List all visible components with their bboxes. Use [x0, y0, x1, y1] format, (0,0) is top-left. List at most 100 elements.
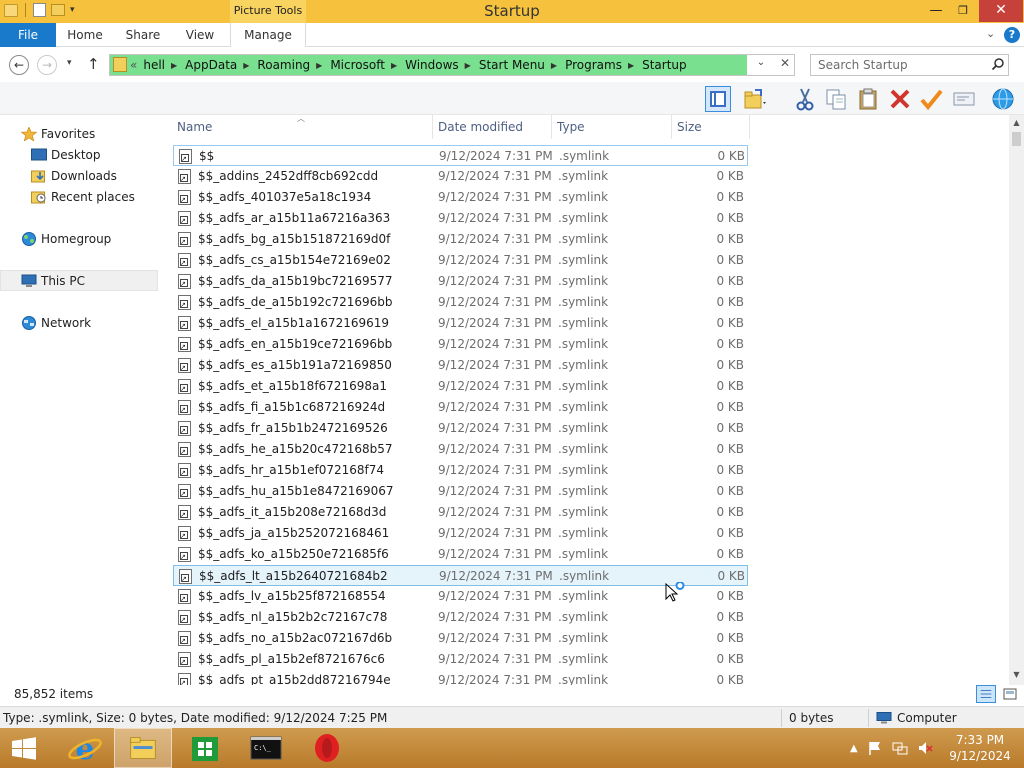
- file-explorer-icon[interactable]: [114, 728, 172, 768]
- breadcrumb-separator-icon[interactable]: ▶: [628, 61, 634, 70]
- recent-locations-button[interactable]: ▾: [67, 58, 72, 68]
- table-row[interactable]: $$_adfs_it_a15b208e72168d3d 9/12/2024 7:3…: [173, 502, 748, 523]
- show-hidden-icons-icon[interactable]: ▲: [850, 743, 858, 754]
- tab-home[interactable]: Home: [56, 23, 114, 47]
- move-to-folder-icon[interactable]: [741, 86, 767, 112]
- restore-button[interactable]: ❐: [948, 0, 978, 22]
- table-row[interactable]: $$_adfs_hu_a15b1e8472169067 9/12/2024 7:3…: [173, 481, 748, 502]
- clear-address-button[interactable]: ✕: [775, 56, 795, 70]
- table-row[interactable]: $$_adfs_ko_a15b250e721685f6 9/12/2024 7:3…: [173, 544, 748, 565]
- help-icon[interactable]: ?: [1004, 27, 1020, 43]
- expand-ribbon-icon[interactable]: ⌄: [986, 27, 995, 40]
- sidebar-item-desktop[interactable]: Desktop: [0, 144, 158, 165]
- tab-view[interactable]: View: [172, 23, 228, 47]
- back-button[interactable]: ←: [9, 55, 29, 75]
- breadcrumb-separator-icon[interactable]: ▶: [391, 61, 397, 70]
- up-button[interactable]: ↑: [87, 55, 100, 73]
- breadcrumb-roaming[interactable]: Roaming: [257, 58, 310, 72]
- column-header-type[interactable]: Type: [553, 115, 672, 139]
- table-row[interactable]: $$_adfs_en_a15b19ce721696bb 9/12/2024 7:3…: [173, 334, 748, 355]
- search-box[interactable]: [810, 54, 1009, 76]
- flag-icon[interactable]: [867, 740, 883, 756]
- tab-file[interactable]: File: [0, 23, 56, 47]
- sidebar-item-homegroup[interactable]: Homegroup: [0, 228, 158, 249]
- breadcrumb-appdata[interactable]: AppData: [185, 58, 237, 72]
- sidebar-item-recent-places[interactable]: Recent places: [0, 186, 158, 207]
- breadcrumb-start-menu[interactable]: Start Menu: [479, 58, 545, 72]
- paste-icon[interactable]: [855, 86, 881, 112]
- table-row[interactable]: $$_adfs_ar_a15b11a67216a363 9/12/2024 7:3…: [173, 208, 748, 229]
- cut-icon[interactable]: [792, 86, 818, 112]
- file-type: .symlink: [558, 463, 609, 477]
- table-row[interactable]: $$_adfs_cs_a15b154e72169e02 9/12/2024 7:3…: [173, 250, 748, 271]
- table-row[interactable]: $$_adfs_es_a15b191a72169850 9/12/2024 7:3…: [173, 355, 748, 376]
- breadcrumb-programs[interactable]: Programs: [565, 58, 622, 72]
- sidebar-item-downloads[interactable]: Downloads: [0, 165, 158, 186]
- breadcrumb-hell[interactable]: hell: [143, 58, 165, 72]
- details-view-icon[interactable]: [976, 685, 996, 703]
- table-row[interactable]: $$_addins_2452dff8cb692cdd 9/12/2024 7:31…: [173, 166, 748, 187]
- table-row[interactable]: $$_adfs_lv_a15b25f872168554 9/12/2024 7:3…: [173, 586, 748, 607]
- table-row[interactable]: $$_adfs_nl_a15b2b2c72167c78 9/12/2024 7:3…: [173, 607, 748, 628]
- tab-manage[interactable]: Manage: [230, 23, 306, 47]
- vertical-scrollbar[interactable]: ▲ ▼: [1009, 115, 1024, 685]
- breadcrumb-separator-icon[interactable]: ▶: [465, 61, 471, 70]
- opera-icon[interactable]: [298, 728, 356, 768]
- taskbar-clock[interactable]: 7:33 PM 9/12/2024: [940, 732, 1020, 764]
- breadcrumb-separator-icon[interactable]: ▶: [551, 61, 557, 70]
- address-bar[interactable]: « hell ▶ AppData ▶ Roaming ▶ Microsoft ▶…: [109, 54, 795, 76]
- breadcrumb-windows[interactable]: Windows: [405, 58, 459, 72]
- copy-icon[interactable]: [823, 86, 849, 112]
- breadcrumb-startup[interactable]: Startup: [642, 58, 687, 72]
- sidebar-item-this-pc[interactable]: This PC: [0, 270, 158, 291]
- table-row[interactable]: $$_adfs_no_a15b2ac072167d6b 9/12/2024 7:3…: [173, 628, 748, 649]
- search-icon[interactable]: [991, 57, 1005, 71]
- table-row[interactable]: $$_adfs_he_a15b20c472168b57 9/12/2024 7:3…: [173, 439, 748, 460]
- forward-button[interactable]: →: [37, 55, 57, 75]
- column-header-date-modified[interactable]: Date modified: [434, 115, 552, 139]
- network-status-icon[interactable]: [892, 740, 908, 756]
- table-row[interactable]: $$_adfs_el_a15b1a1672169619 9/12/2024 7:3…: [173, 313, 748, 334]
- table-row[interactable]: $$_adfs_pl_a15b2ef8721676c6 9/12/2024 7:3…: [173, 649, 748, 670]
- breadcrumb-microsoft[interactable]: Microsoft: [330, 58, 385, 72]
- scroll-thumb[interactable]: [1012, 132, 1021, 146]
- table-row[interactable]: $$_adfs_et_a15b18f6721698a1 9/12/2024 7:3…: [173, 376, 748, 397]
- column-header-name[interactable]: Name ︿: [173, 115, 433, 139]
- command-prompt-icon[interactable]: C:\_: [237, 728, 295, 768]
- properties-icon[interactable]: [951, 86, 977, 112]
- breadcrumb-separator-icon[interactable]: ▶: [171, 61, 177, 70]
- table-row[interactable]: $$_adfs_401037e5a18c1934 9/12/2024 7:31 P…: [173, 187, 748, 208]
- windows-start-icon[interactable]: [0, 728, 48, 768]
- internet-explorer-icon[interactable]: e: [56, 728, 114, 768]
- table-row[interactable]: $$_adfs_hr_a15b1ef072168f74 9/12/2024 7:3…: [173, 460, 748, 481]
- volume-muted-icon[interactable]: [917, 740, 933, 756]
- table-row[interactable]: $$_adfs_da_a15b19bc72169577 9/12/2024 7:3…: [173, 271, 748, 292]
- delete-icon[interactable]: [887, 86, 913, 112]
- sidebar-item-network[interactable]: Network: [0, 312, 158, 333]
- table-row[interactable]: $$_adfs_lt_a15b2640721684b2 9/12/2024 7:3…: [173, 565, 748, 586]
- table-row[interactable]: $$_adfs_fi_a15b1c687216924d 9/12/2024 7:3…: [173, 397, 748, 418]
- minimize-button[interactable]: —: [921, 0, 951, 22]
- scroll-down-button[interactable]: ▼: [1009, 667, 1024, 682]
- address-history-dropdown[interactable]: ⌄: [751, 57, 771, 68]
- store-icon[interactable]: [176, 728, 234, 768]
- layout-pane-icon[interactable]: [705, 86, 731, 112]
- table-row[interactable]: $$ 9/12/2024 7:31 PM .symlink 0 KB: [173, 145, 748, 166]
- scroll-up-button[interactable]: ▲: [1009, 115, 1024, 130]
- table-row[interactable]: $$_adfs_fr_a15b1b2472169526 9/12/2024 7:3…: [173, 418, 748, 439]
- search-input[interactable]: [811, 55, 987, 75]
- large-icons-view-icon[interactable]: [1000, 685, 1020, 703]
- breadcrumb-overflow[interactable]: «: [130, 58, 137, 72]
- table-row[interactable]: $$_adfs_pt_a15b2dd87216794e 9/12/2024 7:3…: [173, 670, 748, 685]
- close-button[interactable]: ✕: [979, 0, 1023, 22]
- table-row[interactable]: $$_adfs_bg_a15b151872169d0f 9/12/2024 7:3…: [173, 229, 748, 250]
- rename-check-icon[interactable]: [918, 86, 944, 112]
- table-row[interactable]: $$_adfs_de_a15b192c721696bb 9/12/2024 7:3…: [173, 292, 748, 313]
- breadcrumb-separator-icon[interactable]: ▶: [243, 61, 249, 70]
- table-row[interactable]: $$_adfs_ja_a15b252072168461 9/12/2024 7:3…: [173, 523, 748, 544]
- globe-icon[interactable]: [990, 86, 1016, 112]
- column-header-size[interactable]: Size: [673, 115, 750, 139]
- breadcrumb-separator-icon[interactable]: ▶: [316, 61, 322, 70]
- tab-share[interactable]: Share: [114, 23, 172, 47]
- sidebar-item-favorites[interactable]: Favorites: [0, 123, 158, 144]
